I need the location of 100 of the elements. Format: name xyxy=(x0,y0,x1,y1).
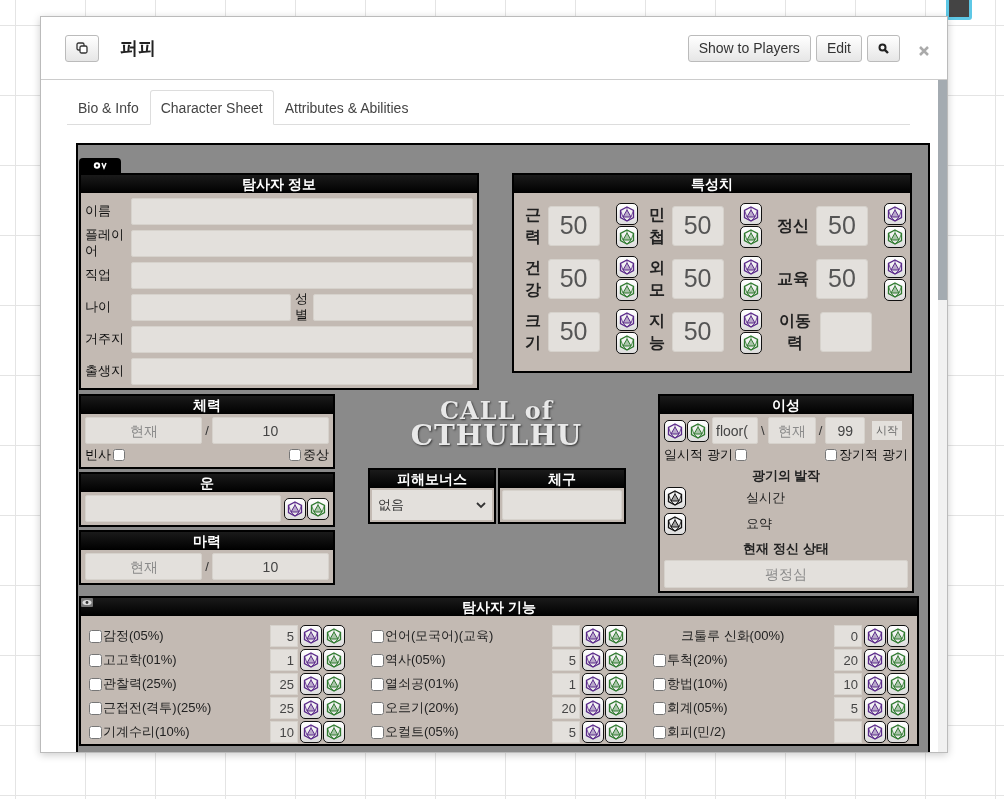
roll-button[interactable] xyxy=(864,673,886,695)
current-field[interactable]: 현재 xyxy=(85,417,203,444)
checkbox[interactable] xyxy=(825,449,838,461)
tab[interactable]: Character Sheet xyxy=(149,90,274,125)
roll-button[interactable] xyxy=(582,673,604,695)
build-field[interactable] xyxy=(501,490,622,520)
roll-button[interactable] xyxy=(884,256,906,278)
roll-button[interactable] xyxy=(887,625,909,647)
skill-value-field[interactable]: 25 xyxy=(270,697,298,719)
checkbox[interactable] xyxy=(89,677,102,691)
roll-button[interactable] xyxy=(300,625,322,647)
skill-value-field[interactable]: 5 xyxy=(552,721,580,743)
skill-value-field[interactable]: 0 xyxy=(834,625,862,647)
checkbox[interactable] xyxy=(371,725,384,739)
roll-button[interactable] xyxy=(307,497,329,520)
text-field[interactable] xyxy=(131,197,473,225)
roll-button[interactable] xyxy=(664,487,686,509)
roll-button[interactable] xyxy=(615,203,638,225)
roll-button[interactable] xyxy=(664,419,686,442)
checkbox[interactable] xyxy=(734,449,747,461)
skill-value-field[interactable]: 5 xyxy=(552,649,580,671)
roll-button[interactable] xyxy=(887,673,909,695)
roll-button[interactable] xyxy=(300,649,322,671)
roll-button[interactable] xyxy=(323,697,345,719)
roll-button[interactable] xyxy=(887,697,909,719)
current-field[interactable]: 현재 xyxy=(767,417,816,444)
roll-button[interactable] xyxy=(582,649,604,671)
text-field[interactable] xyxy=(131,293,291,321)
checkbox[interactable] xyxy=(89,701,102,715)
roll-button[interactable] xyxy=(605,673,627,695)
skill-value-field[interactable]: 1 xyxy=(270,649,298,671)
checkbox[interactable] xyxy=(371,629,384,643)
roll-button[interactable] xyxy=(739,279,762,301)
text-field[interactable] xyxy=(131,357,473,385)
characteristic-field[interactable]: 50 xyxy=(547,205,600,246)
checkbox[interactable] xyxy=(89,725,102,739)
roll-button[interactable] xyxy=(300,673,322,695)
header-button[interactable]: Show to Players xyxy=(687,34,811,62)
checkbox[interactable] xyxy=(653,725,666,739)
header-button[interactable]: Edit xyxy=(815,34,862,62)
roll-button[interactable] xyxy=(887,649,909,671)
roll-button[interactable] xyxy=(605,721,627,743)
checkbox[interactable] xyxy=(653,653,666,667)
roll-button[interactable] xyxy=(323,721,345,743)
checkbox[interactable] xyxy=(113,449,125,461)
roll-button[interactable] xyxy=(615,256,638,278)
skill-value-field[interactable]: 1 xyxy=(552,673,580,695)
mental-state-field[interactable]: 평정심 xyxy=(664,560,908,588)
characteristic-field[interactable]: 50 xyxy=(816,205,868,246)
checkbox[interactable] xyxy=(371,653,384,667)
skill-value-field[interactable]: 25 xyxy=(270,673,298,695)
skill-value-field[interactable]: 20 xyxy=(552,697,580,719)
roll-button[interactable] xyxy=(664,513,686,535)
skill-value-field[interactable]: 5 xyxy=(270,625,298,647)
eye-icon[interactable] xyxy=(81,598,93,607)
popout-button[interactable] xyxy=(65,34,99,62)
roll-button[interactable] xyxy=(739,309,762,331)
skill-value-field[interactable]: 20 xyxy=(834,649,862,671)
roll-button[interactable] xyxy=(739,256,762,278)
skill-value-field[interactable] xyxy=(834,721,862,743)
formula-field[interactable]: floor( xyxy=(712,417,758,444)
roll-button[interactable] xyxy=(887,721,909,743)
roll-button[interactable] xyxy=(739,203,762,225)
characteristic-field[interactable]: 50 xyxy=(671,205,724,246)
roll-button[interactable] xyxy=(884,203,906,225)
roll-button[interactable] xyxy=(582,721,604,743)
search-button[interactable] xyxy=(867,34,900,62)
characteristic-field[interactable]: 50 xyxy=(671,311,724,352)
characteristic-field[interactable] xyxy=(820,311,873,352)
roll-button[interactable] xyxy=(323,649,345,671)
roll-button[interactable] xyxy=(739,332,762,354)
app-corner-icon[interactable] xyxy=(946,0,972,20)
skill-value-field[interactable]: 10 xyxy=(270,721,298,743)
max-field[interactable]: 99 xyxy=(825,417,866,444)
roll-button[interactable] xyxy=(739,226,762,248)
roll-button[interactable] xyxy=(687,419,709,442)
luck-field[interactable] xyxy=(85,495,281,522)
tab[interactable]: Attributes & Abilities xyxy=(273,90,420,125)
skill-value-field[interactable]: 5 xyxy=(834,697,862,719)
max-field[interactable]: 10 xyxy=(211,417,329,444)
roll-button[interactable] xyxy=(582,625,604,647)
text-field[interactable] xyxy=(131,261,473,289)
characteristic-field[interactable]: 50 xyxy=(816,258,868,299)
roll-button[interactable] xyxy=(615,332,638,354)
text-field[interactable] xyxy=(131,229,473,257)
roll-button[interactable] xyxy=(864,625,886,647)
checkbox[interactable] xyxy=(371,701,384,715)
roll-button[interactable] xyxy=(605,649,627,671)
roll-button[interactable] xyxy=(605,697,627,719)
characteristic-field[interactable]: 50 xyxy=(547,258,600,299)
roll-button[interactable] xyxy=(284,497,306,520)
checkbox[interactable] xyxy=(653,701,666,715)
checkbox[interactable] xyxy=(89,653,102,667)
checkbox[interactable] xyxy=(371,677,384,691)
roll-button[interactable] xyxy=(615,309,638,331)
roll-button[interactable] xyxy=(323,625,345,647)
roll-button[interactable] xyxy=(582,697,604,719)
roll-button[interactable] xyxy=(605,625,627,647)
roll-button[interactable] xyxy=(864,649,886,671)
current-field[interactable]: 현재 xyxy=(85,553,203,580)
